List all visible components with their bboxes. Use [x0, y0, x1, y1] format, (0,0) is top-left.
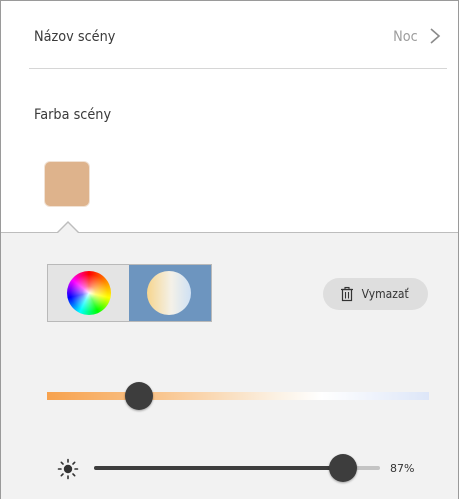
scene-color-swatch[interactable] — [45, 162, 89, 206]
brightness-slider-handle[interactable] — [328, 454, 357, 482]
brightness-slider-fill — [94, 466, 343, 470]
temperature-slider-track[interactable] — [47, 392, 429, 400]
scene-name-label: Názov scény — [34, 29, 116, 45]
clear-button-label: Vymazať — [361, 287, 410, 301]
clear-button[interactable]: Vymazať — [323, 278, 428, 310]
color-wheel-mode-button[interactable] — [48, 265, 129, 321]
trash-icon — [341, 286, 354, 302]
divider — [29, 68, 447, 69]
color-wheel-icon — [67, 271, 111, 315]
panel-pointer-fill — [57, 223, 79, 234]
scene-editor: Názov scény Noc Farba scény Vymazať 87% — [0, 0, 459, 499]
white-temperature-icon — [147, 271, 191, 315]
brightness-value: 87% — [390, 462, 415, 475]
white-temperature-mode-button[interactable] — [129, 265, 211, 321]
temperature-slider-handle[interactable] — [124, 382, 153, 410]
color-mode-toggle — [47, 264, 212, 322]
scene-name-row[interactable]: Názov scény Noc — [1, 1, 458, 68]
scene-color-label: Farba scény — [34, 107, 112, 123]
sun-icon — [57, 458, 79, 480]
chevron-right-icon — [430, 28, 441, 44]
scene-name-value: Noc — [393, 29, 418, 45]
